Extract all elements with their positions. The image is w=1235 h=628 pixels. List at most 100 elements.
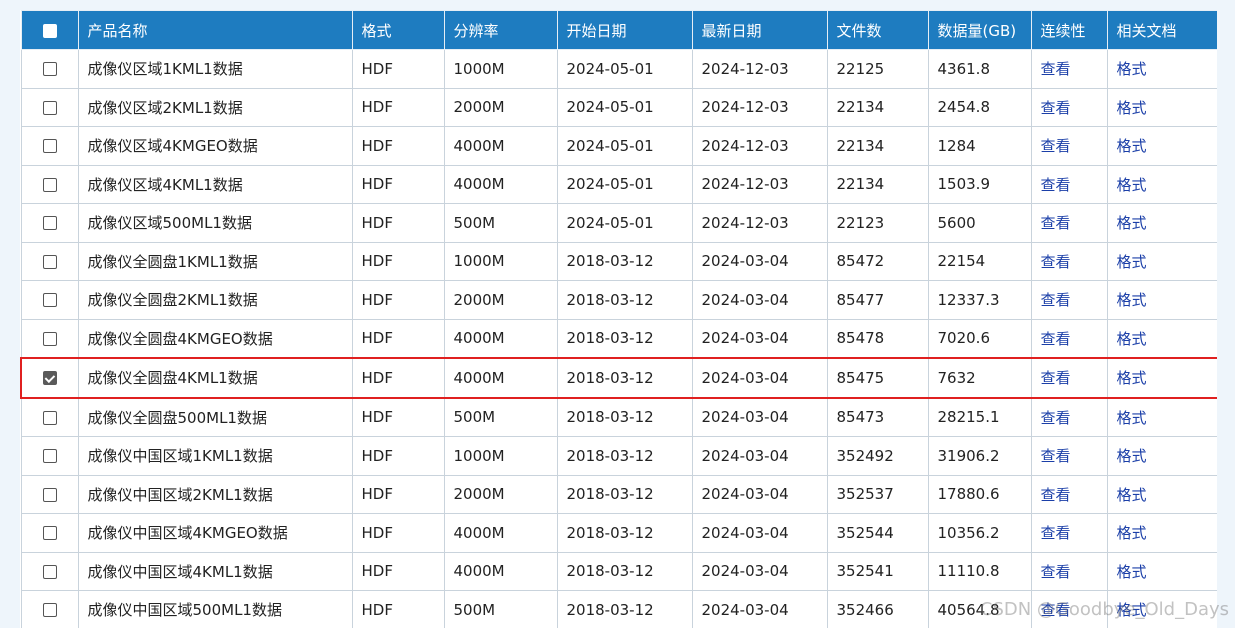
col-header-format[interactable]: 格式 <box>351 10 445 50</box>
table-row[interactable]: 成像仪区域4KML1数据 HDF 4000M 2024-05-01 2024-12-03… <box>20 164 1217 204</box>
view-continuity-link[interactable]: 查看 <box>1041 291 1071 309</box>
format-doc-link[interactable]: 格式 <box>1117 330 1147 348</box>
col-header-continuity[interactable]: 连续性 <box>1030 10 1108 50</box>
format-cell: HDF <box>351 551 445 591</box>
col-header-docs[interactable]: 相关文档 <box>1106 10 1217 50</box>
row-checkbox[interactable] <box>42 526 57 541</box>
continuity-cell: 查看 <box>1030 164 1108 204</box>
file-count-cell: 352541 <box>826 551 929 591</box>
latest-date-cell: 2024-03-04 <box>691 436 828 476</box>
table-row[interactable]: 成像仪中国区域4KML1数据 HDF 4000M 2018-03-12 2024-03-… <box>20 551 1217 591</box>
row-checkbox[interactable] <box>42 139 57 154</box>
format-cell: HDF <box>351 436 445 476</box>
row-checkbox-cell <box>20 513 79 553</box>
col-header-resolution[interactable]: 分辨率 <box>443 10 558 50</box>
format-doc-link[interactable]: 格式 <box>1117 253 1147 271</box>
format-doc-link[interactable]: 格式 <box>1117 486 1147 504</box>
format-cell: HDF <box>351 87 445 127</box>
format-doc-link[interactable]: 格式 <box>1117 369 1147 387</box>
view-continuity-link[interactable]: 查看 <box>1041 137 1071 155</box>
row-checkbox[interactable] <box>42 100 57 115</box>
format-doc-link[interactable]: 格式 <box>1117 601 1147 619</box>
row-checkbox-cell <box>20 280 79 320</box>
table-row[interactable]: 成像仪区域500ML1数据 HDF 500M 2024-05-01 2024-12-03… <box>20 203 1217 243</box>
view-continuity-link[interactable]: 查看 <box>1041 60 1071 78</box>
col-header-start-date[interactable]: 开始日期 <box>556 10 693 50</box>
table-row[interactable]: 成像仪全圆盘2KML1数据 HDF 2000M 2018-03-12 2024-03-0… <box>20 280 1217 320</box>
view-continuity-link[interactable]: 查看 <box>1041 369 1071 387</box>
table-row[interactable]: 成像仪区域2KML1数据 HDF 2000M 2024-05-01 2024-12-03… <box>20 87 1217 127</box>
view-continuity-link[interactable]: 查看 <box>1041 214 1071 232</box>
col-header-data-size[interactable]: 数据量(GB) <box>927 10 1032 50</box>
format-doc-link[interactable]: 格式 <box>1117 524 1147 542</box>
row-checkbox[interactable] <box>42 293 57 308</box>
row-checkbox-cell <box>20 590 79 628</box>
view-continuity-link[interactable]: 查看 <box>1041 524 1071 542</box>
format-doc-link[interactable]: 格式 <box>1117 99 1147 117</box>
format-doc-link[interactable]: 格式 <box>1117 137 1147 155</box>
start-date-cell: 2018-03-12 <box>556 551 693 591</box>
continuity-cell: 查看 <box>1030 318 1108 359</box>
row-checkbox-cell <box>20 49 79 89</box>
col-header-latest-date[interactable]: 最新日期 <box>691 10 828 50</box>
table-row[interactable]: 成像仪中国区域500ML1数据 HDF 500M 2018-03-12 2024-03-… <box>20 590 1217 628</box>
table-header-row: 产品名称 格式 分辨率 开始日期 最新日期 文件数 数据量(GB) 连续性 相关… <box>20 10 1217 50</box>
table-row[interactable]: 成像仪中国区域1KML1数据 HDF 1000M 2018-03-12 2024-03-… <box>20 436 1217 476</box>
file-count-cell: 85473 <box>826 397 929 437</box>
view-continuity-link[interactable]: 查看 <box>1041 563 1071 581</box>
select-all-checkbox[interactable] <box>42 23 57 38</box>
table-row[interactable]: 成像仪全圆盘1KML1数据 HDF 1000M 2018-03-12 2024-03-0… <box>20 241 1217 281</box>
format-doc-link[interactable]: 格式 <box>1117 60 1147 78</box>
view-continuity-link[interactable]: 查看 <box>1041 409 1071 427</box>
format-doc-link[interactable]: 格式 <box>1117 563 1147 581</box>
row-checkbox[interactable] <box>42 331 57 346</box>
docs-cell: 格式 <box>1106 397 1217 437</box>
latest-date-cell: 2024-03-04 <box>691 551 828 591</box>
row-checkbox[interactable] <box>42 177 57 192</box>
view-continuity-link[interactable]: 查看 <box>1041 486 1071 504</box>
file-count-cell: 22125 <box>826 49 929 89</box>
view-continuity-link[interactable]: 查看 <box>1041 330 1071 348</box>
format-doc-link[interactable]: 格式 <box>1117 176 1147 194</box>
start-date-cell: 2024-05-01 <box>556 164 693 204</box>
view-continuity-link[interactable]: 查看 <box>1041 601 1071 619</box>
view-continuity-link[interactable]: 查看 <box>1041 253 1071 271</box>
row-checkbox[interactable] <box>42 603 57 618</box>
table-row[interactable]: 成像仪全圆盘500ML1数据 HDF 500M 2018-03-12 2024-03-0… <box>20 397 1217 437</box>
table-row[interactable]: 成像仪全圆盘4KMGEO数据 HDF 4000M 2018-03-12 2024-03-… <box>20 318 1217 359</box>
view-continuity-link[interactable]: 查看 <box>1041 447 1071 465</box>
view-continuity-link[interactable]: 查看 <box>1041 99 1071 117</box>
docs-cell: 格式 <box>1106 280 1217 320</box>
continuity-cell: 查看 <box>1030 203 1108 243</box>
product-table-container: 产品名称 格式 分辨率 开始日期 最新日期 文件数 数据量(GB) 连续性 相关… <box>20 10 1217 628</box>
view-continuity-link[interactable]: 查看 <box>1041 176 1071 194</box>
table-row[interactable]: 成像仪区域4KMGEO数据 HDF 4000M 2024-05-01 2024-12-0… <box>20 126 1217 166</box>
row-checkbox[interactable] <box>42 410 57 425</box>
format-doc-link[interactable]: 格式 <box>1117 214 1147 232</box>
table-row[interactable]: 成像仪区域1KML1数据 HDF 1000M 2024-05-01 2024-12-03… <box>20 49 1217 89</box>
row-checkbox[interactable] <box>42 254 57 269</box>
row-checkbox[interactable] <box>42 487 57 502</box>
row-checkbox[interactable] <box>42 62 57 77</box>
row-checkbox[interactable] <box>42 216 57 231</box>
table-row[interactable]: 成像仪中国区域4KMGEO数据 HDF 4000M 2018-03-12 2024-03… <box>20 513 1217 553</box>
format-doc-link[interactable]: 格式 <box>1117 447 1147 465</box>
row-checkbox-cell <box>20 551 79 591</box>
format-cell: HDF <box>351 164 445 204</box>
data-size-cell: 22154 <box>927 241 1032 281</box>
docs-cell: 格式 <box>1106 551 1217 591</box>
table-row[interactable]: 成像仪全圆盘4KML1数据 HDF 4000M 2018-03-12 2024-03-0… <box>20 357 1217 399</box>
file-count-cell: 85478 <box>826 318 929 359</box>
col-header-name[interactable]: 产品名称 <box>77 10 353 50</box>
row-checkbox[interactable] <box>42 371 57 386</box>
format-doc-link[interactable]: 格式 <box>1117 291 1147 309</box>
start-date-cell: 2018-03-12 <box>556 241 693 281</box>
format-cell: HDF <box>351 590 445 628</box>
format-doc-link[interactable]: 格式 <box>1117 409 1147 427</box>
row-checkbox[interactable] <box>42 449 57 464</box>
product-name-cell: 成像仪全圆盘4KML1数据 <box>77 357 353 399</box>
col-header-file-count[interactable]: 文件数 <box>826 10 929 50</box>
table-row[interactable]: 成像仪中国区域2KML1数据 HDF 2000M 2018-03-12 2024-03-… <box>20 474 1217 514</box>
row-checkbox[interactable] <box>42 564 57 579</box>
data-size-cell: 28215.1 <box>927 397 1032 437</box>
